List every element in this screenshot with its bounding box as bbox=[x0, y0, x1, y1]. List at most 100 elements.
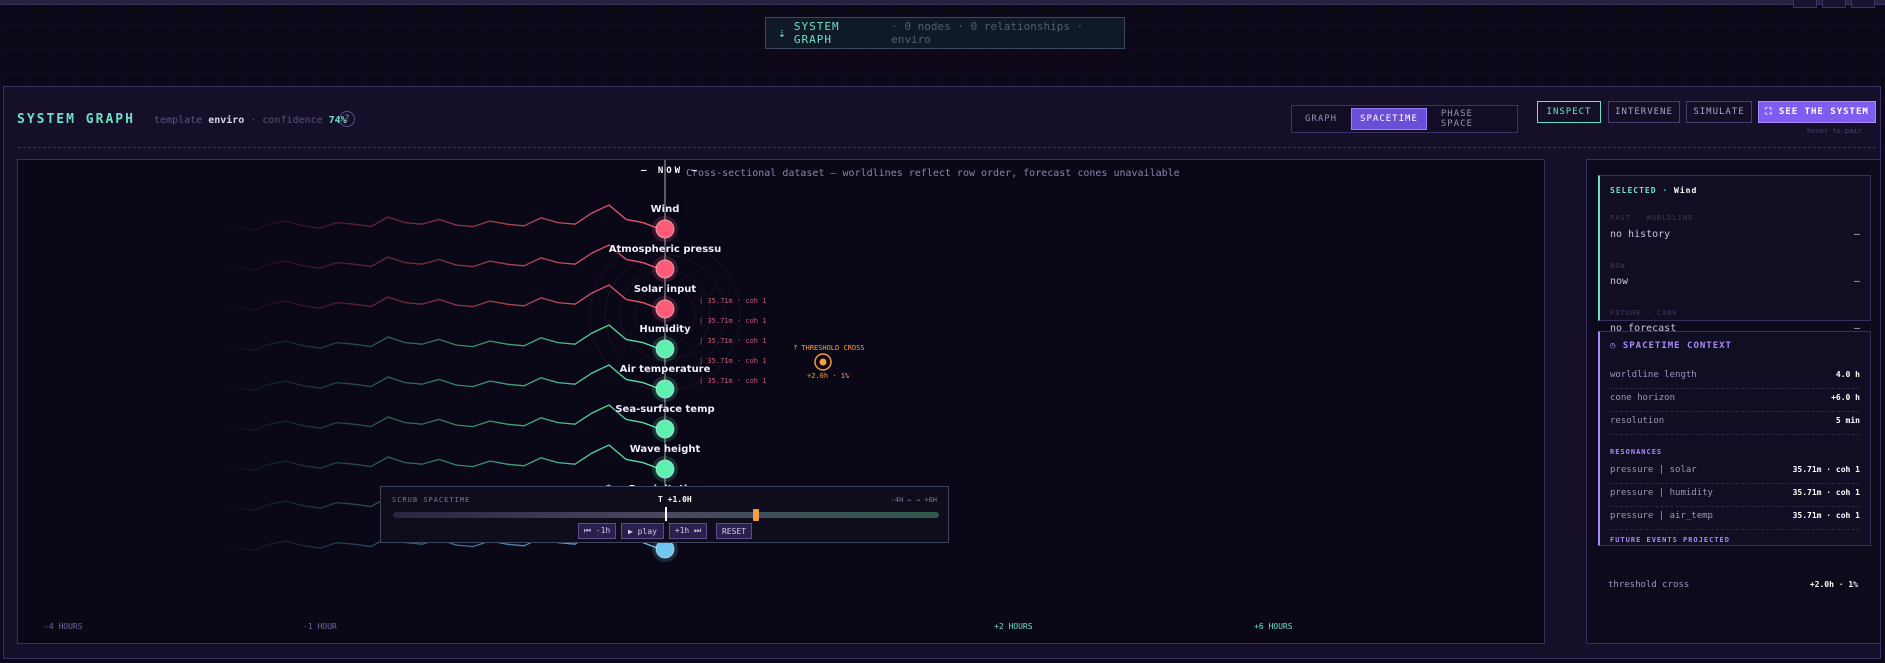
help-icon[interactable]: ? bbox=[339, 111, 355, 127]
resonance-row: pressure | air_temp 35.71m · coh 1 bbox=[1610, 511, 1860, 530]
window-control[interactable] bbox=[1822, 0, 1846, 8]
node-label[interactable]: Atmospheric pressu bbox=[609, 244, 722, 255]
row-key: worldline length bbox=[1610, 370, 1697, 380]
node-dot bbox=[655, 339, 675, 359]
scrub-thumb[interactable] bbox=[665, 507, 667, 521]
system-graph-panel: SYSTEM GRAPH template enviro · confidenc… bbox=[3, 86, 1881, 659]
row-value: 35.71m · coh 1 bbox=[1792, 465, 1860, 474]
context-row: cone horizon +6.0 h bbox=[1610, 393, 1860, 412]
row-value: 4.0 h bbox=[1835, 370, 1860, 379]
inspect-button[interactable]: INSPECT bbox=[1537, 101, 1601, 123]
resonances-head: RESONANCES bbox=[1610, 448, 1663, 456]
header-divider bbox=[18, 147, 1876, 148]
template-value: enviro bbox=[208, 115, 245, 126]
banner-title: SYSTEM GRAPH bbox=[793, 20, 840, 46]
window-controls bbox=[1793, 0, 1875, 8]
node-label[interactable]: Sea-surface temp bbox=[615, 404, 714, 415]
node-dot bbox=[655, 459, 675, 479]
scrub-range: -4H ← → +6H bbox=[890, 496, 937, 504]
row-key: pressure | solar bbox=[1610, 465, 1697, 475]
panel-title: SYSTEM GRAPH bbox=[17, 112, 135, 127]
scrub-panel: SCRUB SPACETIME T +1.0H -4H ← → +6H ⏮ -1… bbox=[380, 486, 949, 543]
system-graph-banner[interactable]: ⇣ SYSTEM GRAPH · 0 nodes · 0 relationshi… bbox=[765, 17, 1125, 49]
spacetime-plot[interactable] bbox=[18, 160, 1545, 644]
row-value: +2.0h · 1% bbox=[1809, 580, 1858, 589]
spacetime-canvas[interactable]: Wind Atmospheric pressu Solar input Humidit… bbox=[17, 159, 1545, 644]
resonance-label: | 35.71m · coh 1 bbox=[699, 357, 767, 365]
step-back-button[interactable]: ⏮ -1h bbox=[578, 523, 616, 539]
threshold-label: ⤒ THRESHOLD CROSS bbox=[794, 344, 865, 352]
window-control[interactable] bbox=[1793, 0, 1817, 8]
axis-label-plus-2h: +2 HOURS bbox=[994, 622, 1033, 631]
node-dot bbox=[655, 419, 675, 439]
tab-graph[interactable]: GRAPH bbox=[1297, 109, 1345, 129]
worldline bbox=[217, 204, 661, 232]
scrub-current-time: T +1.0H bbox=[658, 495, 692, 504]
window-control[interactable] bbox=[1851, 0, 1875, 8]
scrub-title: SCRUB SPACETIME bbox=[392, 496, 471, 504]
node-label[interactable]: Humidity bbox=[639, 324, 690, 335]
inspector-sidebar: SELECTED · Wind PAST · WORLDLINE no hist… bbox=[1586, 159, 1881, 644]
spacetime-context-card: ◷ SPACETIME CONTEXT worldline length 4.0 … bbox=[1598, 331, 1871, 546]
step-forward-button[interactable]: +1h ⏭ bbox=[669, 523, 707, 539]
context-row: resolution 5 min bbox=[1610, 416, 1860, 435]
selected-node-name: Wind bbox=[1674, 186, 1698, 195]
top-bar bbox=[0, 0, 1885, 5]
node-dot bbox=[655, 259, 675, 279]
threshold-marker[interactable] bbox=[753, 509, 759, 521]
reset-button[interactable]: RESET bbox=[716, 523, 752, 539]
see-the-system-button[interactable]: ⛶ SEE THE SYSTEM bbox=[1758, 101, 1876, 123]
worldline bbox=[217, 244, 661, 272]
resonance-row: pressure | solar 35.71m · coh 1 bbox=[1610, 465, 1860, 484]
past-dash: — bbox=[1853, 229, 1860, 240]
resonance-label: | 35.71m · coh 1 bbox=[699, 317, 767, 325]
now-value: now bbox=[1610, 276, 1629, 287]
resonance-row: pressure | humidity 35.71m · coh 1 bbox=[1610, 488, 1860, 507]
worldline bbox=[217, 284, 661, 312]
row-key: resolution bbox=[1610, 416, 1665, 426]
row-key: pressure | air_temp bbox=[1610, 511, 1713, 521]
worldline bbox=[217, 404, 661, 432]
template-label: template bbox=[154, 115, 203, 126]
context-head: ◷ SPACETIME CONTEXT bbox=[1610, 341, 1732, 351]
node-label[interactable]: Solar input bbox=[634, 284, 696, 295]
node-label[interactable]: Wave height bbox=[630, 444, 701, 455]
play-button[interactable]: ▶ play bbox=[621, 523, 664, 539]
tab-phase-space[interactable]: PHASE SPACE bbox=[1433, 104, 1512, 134]
threshold-sub-label: +2.0h · 1% bbox=[807, 372, 850, 380]
resonance-label: | 35.71m · coh 1 bbox=[699, 377, 767, 385]
intervene-button[interactable]: INTERVENE bbox=[1608, 101, 1680, 123]
row-value: 5 min bbox=[1835, 416, 1860, 425]
selected-head-label: SELECTED · bbox=[1610, 186, 1669, 195]
past-label: PAST · WORLDLINE bbox=[1610, 214, 1694, 222]
row-value: 35.71m · coh 1 bbox=[1792, 511, 1860, 520]
view-switcher: GRAPH SPACETIME PHASE SPACE bbox=[1291, 105, 1518, 133]
tab-spacetime[interactable]: SPACETIME bbox=[1351, 108, 1427, 130]
future-event-row: threshold cross +2.0h · 1% bbox=[1608, 580, 1858, 599]
future-label: FUTURE · CONE bbox=[1610, 309, 1678, 317]
resonance-label: | 35.71m · coh 1 bbox=[699, 297, 767, 305]
row-value: 35.71m · coh 1 bbox=[1792, 488, 1860, 497]
node-dot bbox=[655, 379, 675, 399]
axis-label-minus-1h: -1 HOUR bbox=[303, 622, 337, 631]
selected-card: SELECTED · Wind PAST · WORLDLINE no hist… bbox=[1598, 175, 1871, 334]
worldline bbox=[217, 444, 661, 472]
past-value: no history bbox=[1610, 229, 1671, 240]
action-hint: hover to pair bbox=[1807, 127, 1862, 135]
dataset-notice: Cross-sectional dataset — worldlines ref… bbox=[686, 168, 1180, 179]
simulate-button[interactable]: SIMULATE bbox=[1686, 101, 1752, 123]
selected-head: SELECTED · Wind bbox=[1610, 186, 1697, 195]
node-dot bbox=[655, 299, 675, 319]
context-row: worldline length 4.0 h bbox=[1610, 370, 1860, 389]
axis-label-minus-4h: -4 HOURS bbox=[44, 622, 83, 631]
row-key: cone horizon bbox=[1610, 393, 1676, 403]
now-section-label: NOW bbox=[1610, 262, 1626, 270]
anchor-arrow-icon: ⇣ bbox=[778, 25, 786, 41]
now-dash: — bbox=[1853, 276, 1860, 287]
row-key: threshold cross bbox=[1608, 580, 1690, 590]
resonance-label: | 35.71m · coh 1 bbox=[699, 337, 767, 345]
node-label[interactable]: Air temperature bbox=[620, 364, 711, 375]
axis-label-plus-6h: +6 HOURS bbox=[1254, 622, 1293, 631]
row-value: +6.0 h bbox=[1831, 393, 1860, 402]
node-label[interactable]: Wind bbox=[651, 204, 680, 215]
